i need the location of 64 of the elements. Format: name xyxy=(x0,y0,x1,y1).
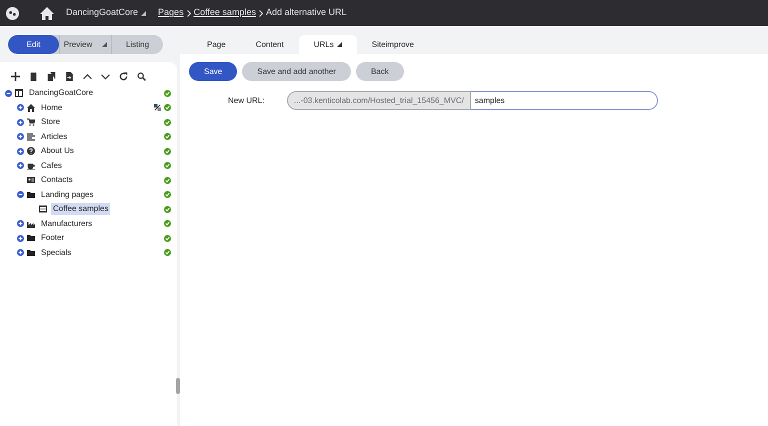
chevron-icon xyxy=(258,10,263,16)
expand-toggle-icon[interactable] xyxy=(17,148,24,155)
tree-item[interactable]: Manufacturers xyxy=(39,218,94,230)
document-arrow-icon[interactable] xyxy=(65,72,74,80)
mode-tab[interactable]: Preview xyxy=(59,35,111,54)
tree-item[interactable]: Footer xyxy=(39,232,66,244)
refresh-icon[interactable] xyxy=(119,72,128,80)
search-icon[interactable] xyxy=(137,72,146,80)
breadcrumb-link[interactable]: Pages xyxy=(158,6,184,20)
expand-toggle-icon[interactable] xyxy=(17,234,24,242)
site-selector[interactable]: DancingGoatCore xyxy=(66,6,146,20)
tree-item[interactable]: DancingGoatCore xyxy=(27,87,96,100)
collapse-toggle-icon[interactable] xyxy=(17,191,24,198)
tree-item[interactable]: Landing pages xyxy=(39,188,96,201)
page-template-icon xyxy=(39,205,47,214)
tree-item[interactable]: Specials xyxy=(39,246,74,259)
chevron-down-icon[interactable] xyxy=(101,72,110,80)
action-button[interactable]: Back xyxy=(356,62,404,81)
contact-card-icon xyxy=(27,176,35,184)
save-button[interactable]: Save xyxy=(189,62,238,81)
logo-icon[interactable] xyxy=(6,6,19,20)
question-icon xyxy=(27,147,35,156)
tab[interactable]: URLs xyxy=(298,35,357,54)
expand-toggle-icon[interactable] xyxy=(17,220,24,228)
lines-icon xyxy=(27,132,35,141)
home-icon xyxy=(27,104,35,112)
cup-icon xyxy=(27,162,35,170)
breadcrumb-current: Add alternative URL xyxy=(266,6,346,20)
mode-tab[interactable]: Listing xyxy=(111,35,163,54)
tab[interactable]: Page xyxy=(192,35,241,54)
factory-icon xyxy=(27,220,35,228)
expand-toggle-icon[interactable] xyxy=(17,118,24,126)
tree-item[interactable]: Coffee samples xyxy=(51,203,110,216)
tab[interactable]: Siteimprove xyxy=(356,35,429,54)
chevron-icon xyxy=(186,10,191,16)
chevron-up-icon[interactable] xyxy=(83,72,92,80)
caret-icon xyxy=(336,42,342,47)
tab[interactable]: Content xyxy=(240,35,299,54)
tree-item[interactable]: Articles xyxy=(39,130,70,143)
field-label: New URL: xyxy=(228,94,266,106)
tree-item[interactable]: Cafes xyxy=(39,160,64,172)
expand-toggle-icon[interactable] xyxy=(17,104,24,112)
action-button[interactable]: Save and add another xyxy=(242,62,351,81)
url-field[interactable]: samples xyxy=(470,91,658,110)
expand-toggle-icon[interactable] xyxy=(17,249,24,256)
tree-item[interactable]: Home xyxy=(39,102,64,114)
resize-handle[interactable] xyxy=(176,378,180,394)
mode-tab[interactable]: Edit xyxy=(8,35,59,54)
folder-icon xyxy=(27,190,35,199)
tree-item[interactable]: Contacts xyxy=(39,174,75,186)
caret-icon xyxy=(141,10,146,16)
expand-toggle-icon[interactable] xyxy=(17,133,24,140)
url-prefix: ...-03.kenticolab.com/Hosted_trial_15456_MVC/ xyxy=(287,91,471,110)
caret-icon xyxy=(102,42,108,47)
breadcrumb-link[interactable]: Coffee samples xyxy=(194,6,256,20)
site-icon xyxy=(15,89,23,98)
tree-item[interactable]: About Us xyxy=(39,145,76,158)
expand-toggle-icon[interactable] xyxy=(17,162,24,170)
cart-icon xyxy=(27,118,35,126)
home-icon[interactable] xyxy=(40,6,54,20)
copy-icon[interactable] xyxy=(47,72,56,80)
tree-item[interactable]: Store xyxy=(39,116,62,128)
collapse-toggle-icon[interactable] xyxy=(5,90,12,97)
add-icon[interactable] xyxy=(11,72,20,80)
